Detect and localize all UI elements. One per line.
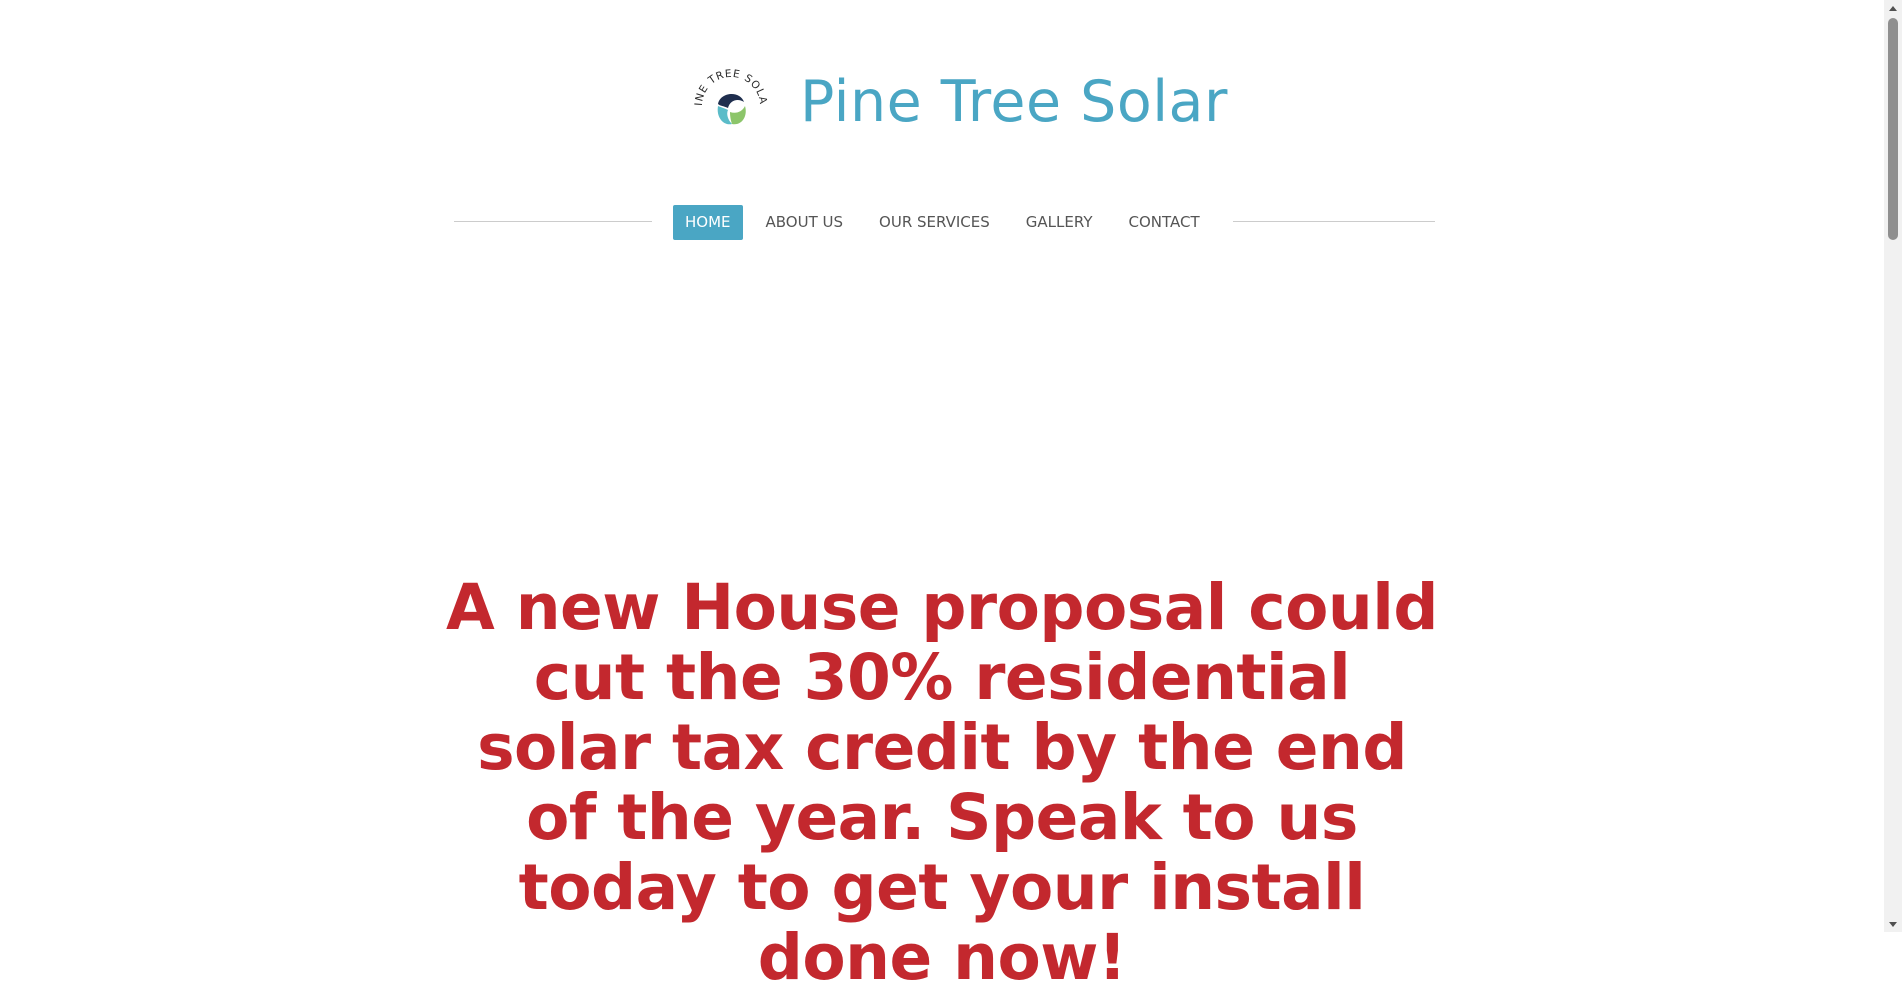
site-title[interactable]: Pine Tree Solar [800, 62, 1228, 142]
site-header: PINE TREE SOLAR Pine Tree Solar [0, 62, 1884, 142]
scroll-up-arrow-icon[interactable] [1884, 0, 1902, 16]
promo-headline: A new House proposal could cut the 30% r… [446, 571, 1438, 994]
nav-divider-left [454, 221, 652, 222]
brand[interactable]: PINE TREE SOLAR Pine Tree Solar [690, 62, 1228, 142]
scrollbar-thumb[interactable] [1888, 18, 1898, 240]
nav-item-gallery[interactable]: GALLERY [1008, 205, 1111, 240]
main-nav: HOME ABOUT US OUR SERVICES GALLERY CONTA… [673, 205, 1218, 240]
page-scrollbar[interactable] [1884, 0, 1902, 932]
nav-item-contact[interactable]: CONTACT [1110, 205, 1217, 240]
nav-item-about-us[interactable]: ABOUT US [748, 205, 862, 240]
nav-divider-right [1233, 221, 1435, 222]
pine-tree-solar-logo-icon[interactable]: PINE TREE SOLAR [690, 62, 772, 142]
nav-item-home[interactable]: HOME [673, 205, 743, 240]
scroll-down-arrow-icon[interactable] [1884, 916, 1902, 932]
page: PINE TREE SOLAR Pine Tree Solar HOME ABO… [0, 0, 1884, 993]
nav-item-our-services[interactable]: OUR SERVICES [861, 205, 1008, 240]
